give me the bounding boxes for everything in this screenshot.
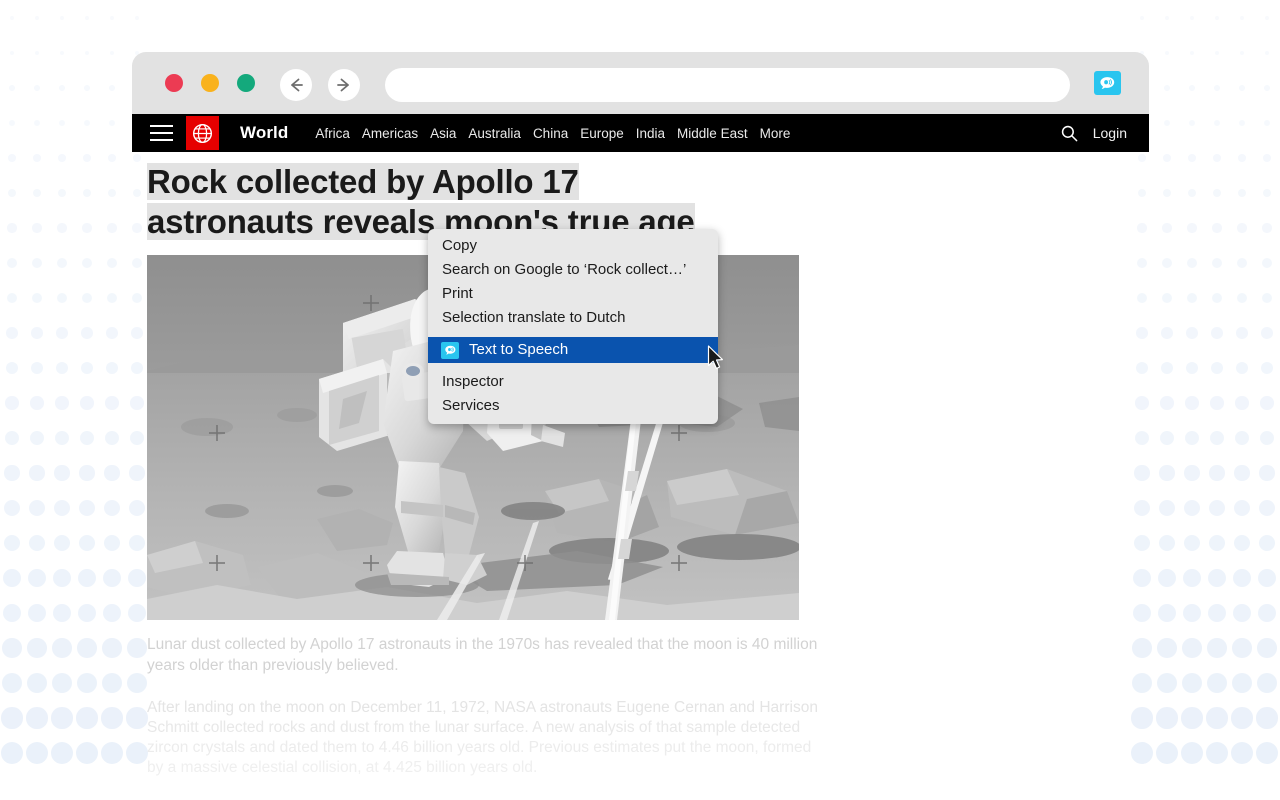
back-button[interactable]: [280, 69, 312, 101]
nav-link-africa[interactable]: Africa: [309, 126, 356, 141]
forward-button[interactable]: [328, 69, 360, 101]
text-to-speech-icon: [1100, 76, 1115, 89]
paragraph-2-line-2: Schmitt collected rocks and dust from th…: [147, 719, 801, 736]
login-link[interactable]: Login: [1093, 125, 1127, 141]
decorative-dot-pattern-right: [1130, 0, 1280, 800]
paragraph-2-line-4: by a massive celestial collision, at 4.4…: [147, 759, 538, 776]
nav-right-controls: Login: [1060, 124, 1127, 143]
search-icon: [1061, 125, 1078, 141]
article-paragraph-2: After landing on the moon on December 11…: [147, 698, 837, 778]
headline-line-1: Rock collected by Apollo 17: [147, 163, 579, 200]
address-bar[interactable]: [385, 68, 1070, 102]
nav-link-middle-east[interactable]: Middle East: [671, 126, 754, 141]
nav-link-china[interactable]: China: [527, 126, 574, 141]
nav-link-india[interactable]: India: [630, 126, 671, 141]
nav-link-europe[interactable]: Europe: [574, 126, 630, 141]
browser-chrome: [132, 52, 1149, 114]
context-menu-item-print[interactable]: Print: [428, 282, 718, 306]
context-menu-item-label: Text to Speech: [469, 341, 569, 358]
search-button[interactable]: [1060, 124, 1079, 143]
paragraph-2-line-3: zircon crystals and dated them to 4.46 b…: [147, 739, 812, 756]
globe-icon: [192, 123, 213, 143]
decorative-dot-pattern-left: [0, 0, 150, 800]
context-menu-item-search[interactable]: Search on Google to ‘Rock collect…’: [428, 258, 718, 282]
context-menu-item-inspector[interactable]: Inspector: [428, 370, 718, 394]
site-logo[interactable]: [186, 116, 219, 150]
maximize-button[interactable]: [237, 74, 255, 92]
context-menu-separator: [428, 330, 718, 337]
hamburger-menu-icon[interactable]: [140, 125, 182, 141]
context-menu-item-services[interactable]: Services: [428, 394, 718, 418]
context-menu-item-translate[interactable]: Selection translate to Dutch: [428, 306, 718, 330]
nav-link-australia[interactable]: Australia: [462, 126, 527, 141]
context-menu-separator-2: [428, 363, 718, 370]
nav-link-more[interactable]: More: [754, 126, 797, 141]
nav-link-asia[interactable]: Asia: [424, 126, 462, 141]
screen: World Africa Americas Asia Australia China Eu…: [0, 0, 1280, 800]
paragraph-2-line-1: After landing on the moon on December 11…: [147, 699, 818, 716]
article-paragraph-1: Lunar dust collected by Apollo 17 astron…: [147, 636, 818, 674]
text-to-speech-extension-button[interactable]: [1094, 71, 1121, 95]
context-menu: Copy Search on Google to ‘Rock collect…’…: [428, 229, 718, 424]
close-button[interactable]: [165, 74, 183, 92]
context-menu-item-copy[interactable]: Copy: [428, 234, 718, 258]
navigation-buttons: [280, 69, 360, 101]
nav-links: Africa Americas Asia Australia China Europe In…: [309, 126, 796, 141]
window-controls: [165, 74, 255, 92]
arrow-left-icon: [291, 78, 303, 92]
minimize-button[interactable]: [201, 74, 219, 92]
arrow-right-icon: [337, 78, 349, 92]
article-body: Lunar dust collected by Apollo 17 astron…: [147, 634, 837, 778]
site-navigation-bar: World Africa Americas Asia Australia China Eu…: [132, 114, 1149, 152]
site-section-title: World: [240, 123, 289, 142]
context-menu-item-text-to-speech[interactable]: Text to Speech: [428, 337, 718, 363]
text-to-speech-icon: [441, 341, 459, 359]
nav-link-americas[interactable]: Americas: [356, 126, 424, 141]
